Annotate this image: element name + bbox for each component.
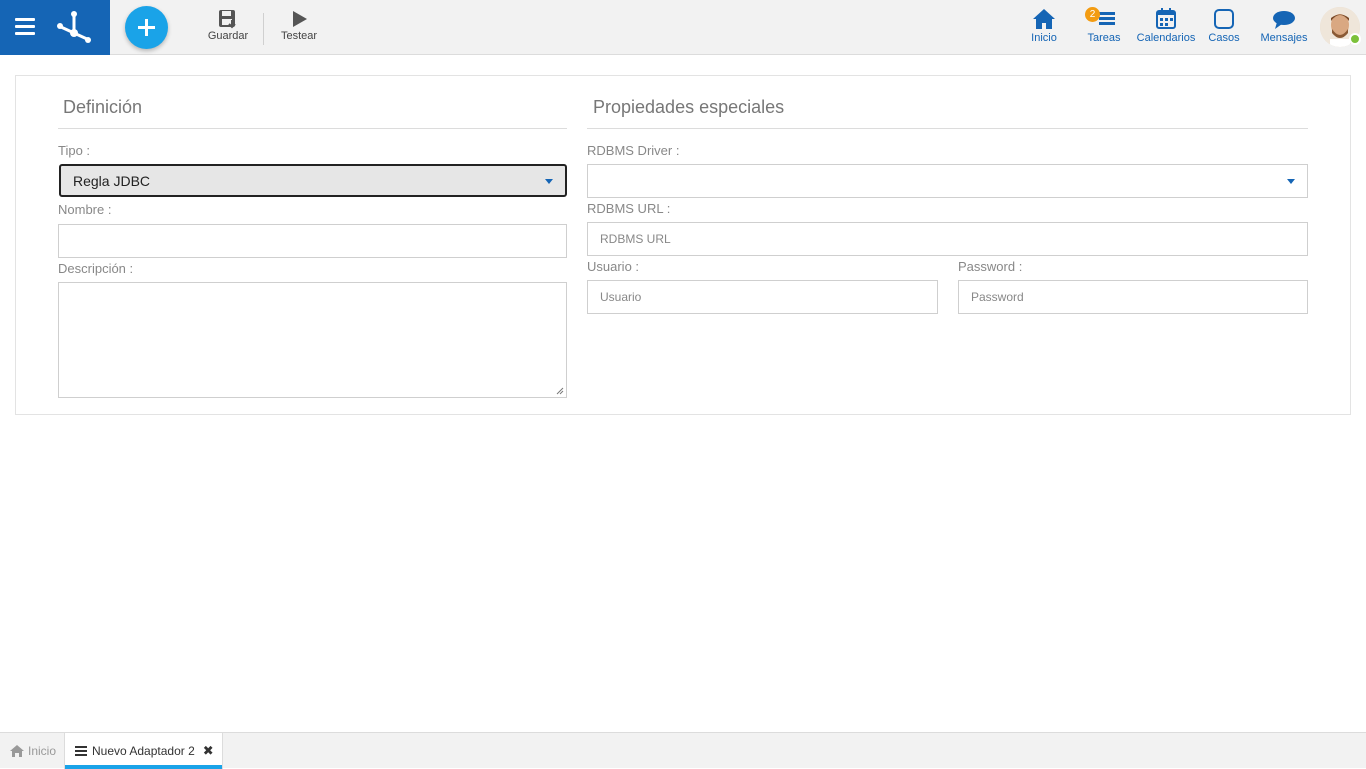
tasks-badge: 2 bbox=[1085, 7, 1100, 22]
rdbms-url-label: RDBMS URL : bbox=[587, 201, 671, 216]
play-icon bbox=[293, 11, 307, 27]
bottom-tab-bar: Inicio Nuevo Adaptador 2 ✖ bbox=[0, 732, 1366, 769]
nav-inicio[interactable]: Inicio bbox=[1024, 6, 1064, 44]
adapter-list-icon bbox=[75, 746, 87, 756]
home-icon bbox=[1033, 9, 1055, 29]
password-placeholder: Password bbox=[971, 290, 1024, 304]
calendar-icon bbox=[1156, 8, 1176, 29]
plus-icon bbox=[138, 19, 155, 36]
nav-calendarios-label: Calendarios bbox=[1136, 32, 1196, 44]
tipo-selected-value: Regla JDBC bbox=[73, 172, 151, 189]
password-input[interactable]: Password bbox=[958, 280, 1308, 314]
save-label: Guardar bbox=[207, 30, 249, 42]
usuario-input[interactable]: Usuario bbox=[587, 280, 938, 314]
nombre-label: Nombre : bbox=[58, 202, 112, 217]
nombre-input[interactable] bbox=[58, 224, 567, 258]
save-icon bbox=[219, 10, 236, 29]
rdbms-driver-select[interactable] bbox=[587, 164, 1308, 198]
active-tab-indicator bbox=[65, 765, 222, 769]
add-button[interactable] bbox=[125, 6, 168, 49]
chevron-down-icon bbox=[545, 178, 553, 184]
password-label: Password : bbox=[958, 259, 1023, 274]
special-properties-divider bbox=[587, 128, 1308, 129]
tab-nuevo-adaptador[interactable]: Nuevo Adaptador 2 ✖ bbox=[65, 733, 223, 769]
resize-grip-icon[interactable] bbox=[556, 387, 564, 395]
tab-inicio[interactable]: Inicio bbox=[0, 733, 65, 769]
tipo-select[interactable]: Regla JDBC bbox=[59, 164, 567, 197]
adapter-form-panel: Definición Tipo : Regla JDBC Nombre : De… bbox=[15, 75, 1351, 415]
save-button[interactable]: Guardar bbox=[203, 8, 253, 42]
special-properties-title: Propiedades especiales bbox=[593, 97, 785, 117]
descripcion-label: Descripción : bbox=[58, 261, 134, 276]
menu-icon[interactable] bbox=[15, 18, 35, 36]
usuario-label: Usuario : bbox=[587, 259, 640, 274]
definition-divider bbox=[58, 128, 567, 129]
app-logo-icon bbox=[57, 11, 91, 43]
tipo-label: Tipo : bbox=[58, 143, 91, 158]
nav-mensajes-label: Mensajes bbox=[1260, 32, 1308, 44]
chat-icon bbox=[1273, 11, 1295, 29]
nav-inicio-label: Inicio bbox=[1031, 32, 1057, 44]
rdbms-url-input[interactable]: RDBMS URL bbox=[587, 222, 1308, 256]
close-icon[interactable]: ✖ bbox=[203, 743, 214, 759]
nav-tareas-label: Tareas bbox=[1087, 32, 1121, 44]
nav-casos[interactable]: Casos bbox=[1204, 6, 1244, 44]
tab-inicio-label: Inicio bbox=[28, 744, 57, 758]
descripcion-textarea[interactable] bbox=[58, 282, 567, 398]
toolbar-divider bbox=[263, 13, 264, 45]
definition-title: Definición bbox=[63, 97, 143, 117]
top-bar: Guardar Testear Inicio 2 Tareas Calendar… bbox=[0, 0, 1366, 55]
nav-calendarios[interactable]: Calendarios bbox=[1134, 6, 1198, 44]
chevron-down-icon bbox=[1287, 179, 1295, 184]
brand-area bbox=[0, 0, 110, 55]
home-icon bbox=[10, 745, 24, 757]
test-label: Testear bbox=[280, 30, 318, 42]
nav-tareas[interactable]: 2 Tareas bbox=[1082, 6, 1126, 44]
tab-nuevo-adaptador-label: Nuevo Adaptador 2 bbox=[92, 744, 195, 758]
nav-mensajes[interactable]: Mensajes bbox=[1258, 6, 1310, 44]
cases-icon bbox=[1214, 9, 1234, 29]
nav-casos-label: Casos bbox=[1208, 32, 1240, 44]
rdbms-driver-label: RDBMS Driver : bbox=[587, 143, 680, 158]
test-button[interactable]: Testear bbox=[274, 8, 324, 42]
rdbms-url-placeholder: RDBMS URL bbox=[600, 232, 671, 246]
online-status-indicator bbox=[1349, 33, 1361, 45]
usuario-placeholder: Usuario bbox=[600, 290, 642, 304]
